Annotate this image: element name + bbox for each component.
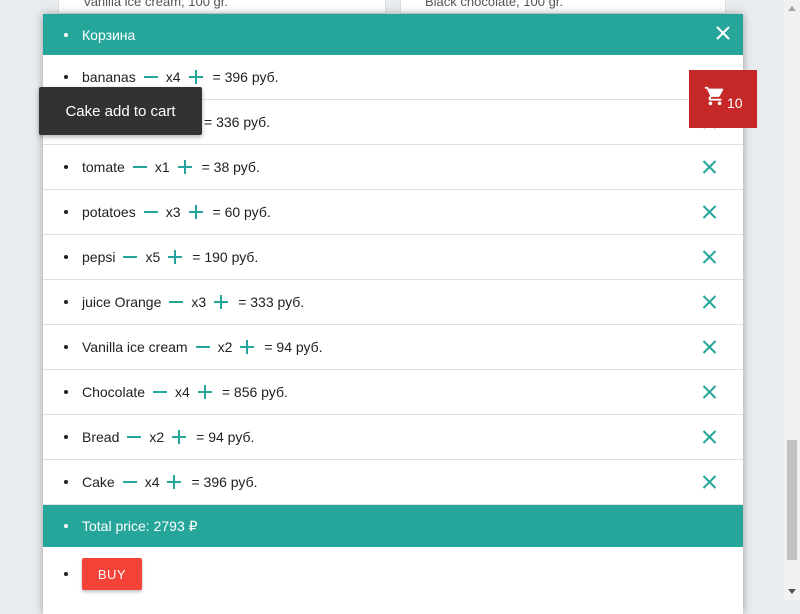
decrease-quantity-icon[interactable] xyxy=(123,250,138,264)
decrease-quantity-icon[interactable] xyxy=(195,340,210,354)
item-name: bananas xyxy=(82,69,136,85)
scrollbar-thumb[interactable] xyxy=(787,440,797,560)
item-total: = 396 руб. xyxy=(212,69,279,85)
item-name: tomate xyxy=(82,159,125,175)
scroll-down-arrow-icon[interactable] xyxy=(788,589,796,594)
item-quantity: x3 xyxy=(165,204,181,220)
item-total: = 60 руб. xyxy=(212,204,271,220)
item-total: = 333 руб. xyxy=(238,294,305,310)
toast-notification: Cake add to cart xyxy=(39,87,202,135)
list-bullet xyxy=(64,435,68,439)
list-bullet xyxy=(64,300,68,304)
buy-button[interactable]: BUY xyxy=(82,558,142,590)
remove-item-icon[interactable] xyxy=(702,205,716,219)
item-total: = 856 руб. xyxy=(221,384,288,400)
increase-quantity-icon[interactable] xyxy=(172,430,187,444)
item-quantity: x3 xyxy=(191,294,207,310)
increase-quantity-icon[interactable] xyxy=(188,205,203,219)
cart-item-row: juice Orange x3 = 333 руб. xyxy=(43,280,743,325)
remove-item-icon[interactable] xyxy=(702,430,716,444)
item-quantity: x4 xyxy=(175,384,190,400)
item-quantity: x2 xyxy=(217,339,233,355)
item-name: juice Orange xyxy=(82,294,162,310)
item-quantity: x4 xyxy=(165,69,181,85)
cart-item-row: tomate x1 = 38 руб. xyxy=(43,145,743,190)
list-bullet xyxy=(64,572,68,576)
list-bullet xyxy=(64,75,68,79)
total-price-label: Total price: 2793 ₽ xyxy=(82,517,198,534)
item-total: = 336 руб. xyxy=(204,114,271,130)
decrease-quantity-icon[interactable] xyxy=(127,430,142,444)
item-total: = 396 руб. xyxy=(191,474,258,490)
remove-item-icon[interactable] xyxy=(702,385,716,399)
remove-item-icon[interactable] xyxy=(702,340,716,354)
item-name: Chocolate xyxy=(82,384,146,400)
item-name: pepsi xyxy=(82,249,116,265)
item-total: = 94 руб. xyxy=(196,429,255,445)
cart-item-row: Vanilla ice cream x2 = 94 руб. xyxy=(43,325,743,370)
item-name: Vanilla ice cream xyxy=(82,339,188,355)
remove-item-icon[interactable] xyxy=(702,160,716,174)
list-bullet xyxy=(64,210,68,214)
cart-header: Корзина xyxy=(43,14,743,55)
decrease-quantity-icon[interactable] xyxy=(122,475,137,489)
item-total: = 190 руб. xyxy=(192,249,259,265)
increase-quantity-icon[interactable] xyxy=(240,340,255,354)
list-bullet xyxy=(64,255,68,259)
item-total: = 94 руб. xyxy=(264,339,323,355)
decrease-quantity-icon[interactable] xyxy=(143,205,158,219)
cart-item-row: Bread x2 = 94 руб. xyxy=(43,415,743,460)
list-bullet xyxy=(64,345,68,349)
item-quantity: x5 xyxy=(145,249,161,265)
item-quantity: x2 xyxy=(149,429,165,445)
shopping-cart-icon xyxy=(704,85,726,107)
remove-item-icon[interactable] xyxy=(702,250,716,264)
item-quantity: x4 xyxy=(144,474,160,490)
page-scrollbar[interactable] xyxy=(784,0,800,600)
cart-item-row: potatoes x3 = 60 руб. xyxy=(43,190,743,235)
product-card-title: Vanilla ice cream, 100 gr. xyxy=(83,0,228,9)
cart-item-row: Chocolate x4 = 856 руб. xyxy=(43,370,743,415)
list-bullet xyxy=(64,32,68,37)
cart-button[interactable]: 10 xyxy=(689,70,757,128)
toast-message: Cake add to cart xyxy=(65,102,176,120)
cart-title: Корзина xyxy=(82,26,136,43)
remove-item-icon[interactable] xyxy=(702,475,716,489)
decrease-quantity-icon[interactable] xyxy=(169,295,184,309)
cart-item-row: pepsi x5 = 190 руб. xyxy=(43,235,743,280)
item-quantity: x1 xyxy=(154,159,170,175)
scroll-up-arrow-icon[interactable] xyxy=(788,6,796,11)
product-card-title: Black chocolate, 100 gr. xyxy=(425,0,564,9)
product-card-chocolate: Black chocolate, 100 gr. xyxy=(400,0,726,14)
close-icon[interactable] xyxy=(714,24,732,42)
buy-row: BUY xyxy=(43,547,743,601)
item-name: Cake xyxy=(82,474,115,490)
cart-item-row: Cake x4 = 396 руб. xyxy=(43,460,743,505)
increase-quantity-icon[interactable] xyxy=(188,70,203,84)
item-total: = 38 руб. xyxy=(201,159,260,175)
list-bullet xyxy=(64,390,68,394)
remove-item-icon[interactable] xyxy=(702,295,716,309)
item-name: potatoes xyxy=(82,204,136,220)
increase-quantity-icon[interactable] xyxy=(168,250,183,264)
list-bullet xyxy=(64,480,68,484)
decrease-quantity-icon[interactable] xyxy=(132,160,147,174)
item-name: Bread xyxy=(82,429,120,445)
product-card-vanilla: Vanilla ice cream, 100 gr. xyxy=(58,0,386,14)
list-bullet xyxy=(64,165,68,169)
increase-quantity-icon[interactable] xyxy=(177,160,192,174)
increase-quantity-icon[interactable] xyxy=(214,295,229,309)
cart-count: 10 xyxy=(727,95,743,111)
total-price-row: Total price: 2793 ₽ xyxy=(43,505,743,547)
increase-quantity-icon[interactable] xyxy=(197,385,212,399)
decrease-quantity-icon[interactable] xyxy=(153,385,168,399)
list-bullet xyxy=(64,524,68,528)
decrease-quantity-icon[interactable] xyxy=(143,70,158,84)
increase-quantity-icon[interactable] xyxy=(167,475,182,489)
